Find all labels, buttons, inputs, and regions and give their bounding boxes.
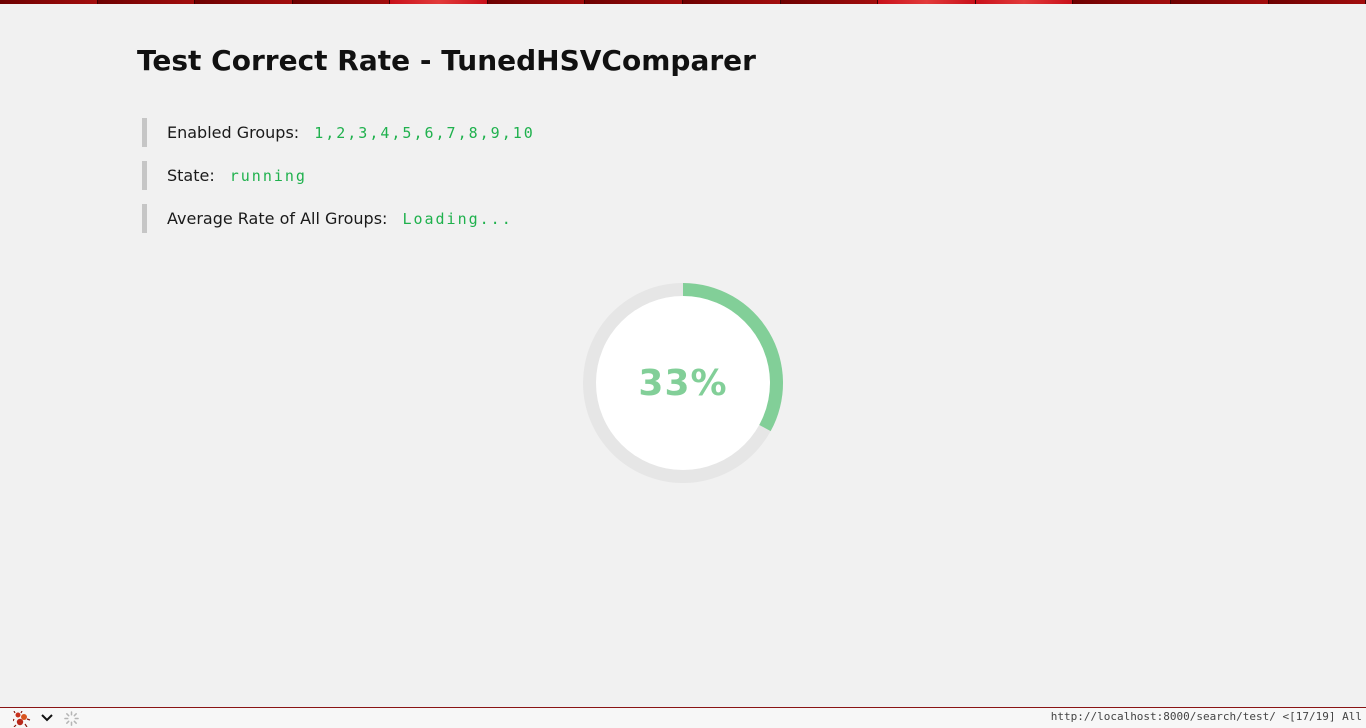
progress-ring: 33% [583, 283, 783, 483]
enabled-groups-value: 1,2,3,4,5,6,7,8,9,10 [314, 123, 535, 142]
state-label: State: [167, 166, 215, 185]
status-url-text: http://localhost:8000/search/test/ <[17/… [1051, 710, 1362, 723]
tab[interactable] [1170, 0, 1269, 4]
status-position: <[17/19] [1282, 710, 1336, 723]
ant-icon[interactable] [13, 711, 31, 727]
status-bar: http://localhost:8000/search/test/ <[17/… [0, 707, 1366, 728]
tab[interactable] [97, 0, 196, 4]
tab[interactable] [487, 0, 586, 4]
enabled-groups-label: Enabled Groups: [167, 123, 300, 142]
tab[interactable] [292, 0, 391, 4]
tab[interactable] [975, 0, 1074, 4]
average-rate-value: Loading... [402, 209, 513, 228]
tab[interactable] [683, 0, 781, 4]
tab[interactable] [780, 0, 879, 4]
tab-strip[interactable] [0, 0, 1366, 4]
progress-percent: 33% [638, 362, 728, 404]
spinner-icon [64, 711, 79, 726]
state-row: State: running [142, 161, 307, 190]
tab[interactable] [0, 0, 98, 4]
enabled-groups-row: Enabled Groups: 1,2,3,4,5,6,7,8,9,10 [142, 118, 535, 147]
tab[interactable] [585, 0, 684, 4]
tab[interactable] [1268, 0, 1366, 4]
tab[interactable] [1073, 0, 1171, 4]
state-value: running [229, 166, 307, 185]
status-url: http://localhost:8000/search/test/ [1050, 710, 1276, 723]
average-rate-label: Average Rate of All Groups: [167, 209, 388, 228]
tab[interactable] [390, 0, 488, 4]
tab[interactable] [878, 0, 976, 4]
tab[interactable] [195, 0, 293, 4]
page-title: Test Correct Rate - TunedHSVComparer [137, 44, 756, 77]
chevron-down-icon[interactable] [40, 712, 54, 724]
status-scroll: All [1342, 710, 1362, 723]
average-rate-row: Average Rate of All Groups: Loading... [142, 204, 513, 233]
